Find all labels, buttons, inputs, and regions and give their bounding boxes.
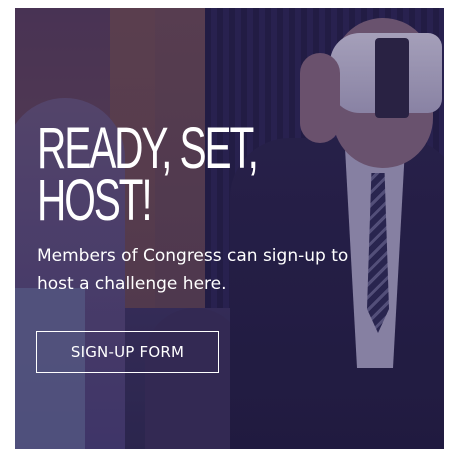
hero-card: READY, SET, HOST! Members of Congress ca… xyxy=(15,8,444,449)
headline-line-2: HOST! xyxy=(37,168,153,233)
sign-up-form-button[interactable]: SIGN-UP FORM xyxy=(36,331,219,373)
hero-headline: READY, SET, HOST! xyxy=(37,120,303,233)
hero-description: Members of Congress can sign-up to host … xyxy=(37,246,349,294)
